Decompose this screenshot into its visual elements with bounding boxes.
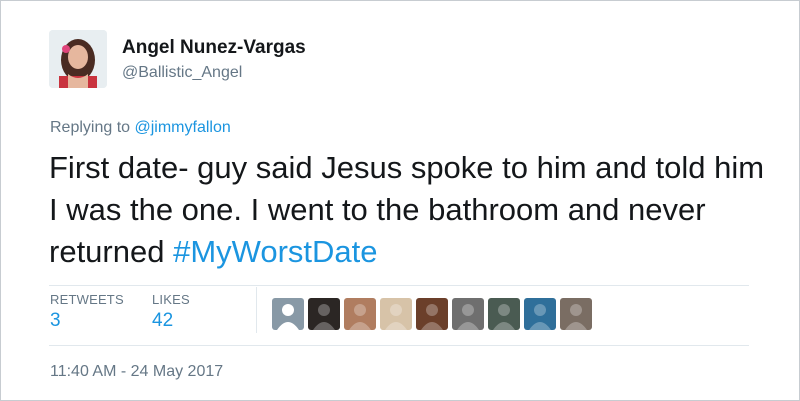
author-handle[interactable]: @Ballistic_Angel: [122, 64, 242, 82]
liker-avatar-icon: [493, 304, 515, 330]
author-display-name[interactable]: Angel Nunez-Vargas: [122, 37, 306, 59]
stats-bottom-divider: [49, 345, 749, 346]
author-avatar[interactable]: [49, 30, 107, 88]
liker-avatar[interactable]: [344, 298, 376, 330]
retweets-label: RETWEETS: [50, 292, 124, 307]
reply-mention-link[interactable]: @jimmyfallon: [135, 119, 231, 136]
liker-avatar[interactable]: [272, 298, 304, 330]
tweet-text: First date- guy said Jesus spoke to him …: [49, 147, 769, 273]
likes-label: LIKES: [152, 292, 190, 307]
liker-avatar-icon: [565, 304, 587, 330]
liker-avatar-icon: [457, 304, 479, 330]
tweet-card: Angel Nunez-Vargas @Ballistic_Angel Repl…: [0, 0, 800, 401]
liker-avatar-icon: [349, 304, 371, 330]
hashtag-link[interactable]: #MyWorstDate: [173, 234, 377, 269]
retweets-stat[interactable]: RETWEETS 3: [50, 292, 124, 332]
liker-avatar-icon: [313, 304, 335, 330]
tweet-timestamp[interactable]: 11:40 AM - 24 May 2017: [50, 363, 223, 381]
liker-avatar[interactable]: [488, 298, 520, 330]
liker-avatar[interactable]: [560, 298, 592, 330]
likes-stat[interactable]: LIKES 42: [152, 292, 190, 332]
liker-avatar-icon: [421, 304, 443, 330]
liker-avatar[interactable]: [380, 298, 412, 330]
retweets-count[interactable]: 3: [50, 310, 124, 332]
liker-avatar[interactable]: [308, 298, 340, 330]
liker-avatar[interactable]: [452, 298, 484, 330]
liker-avatar-icon: [385, 304, 407, 330]
replying-to: Replying to @jimmyfallon: [50, 119, 231, 137]
liker-avatar[interactable]: [416, 298, 448, 330]
liker-avatar-icon: [529, 304, 551, 330]
liker-avatar[interactable]: [524, 298, 556, 330]
stats-separator: [256, 287, 257, 333]
replying-to-label: Replying to: [50, 119, 131, 136]
tweet-body: First date- guy said Jesus spoke to him …: [49, 150, 765, 269]
stats-top-divider: [49, 285, 749, 286]
likers-avatar-row: [272, 298, 592, 330]
profile-photo-icon: [49, 30, 107, 88]
likes-count[interactable]: 42: [152, 310, 190, 332]
default-avatar-icon: [277, 304, 299, 330]
